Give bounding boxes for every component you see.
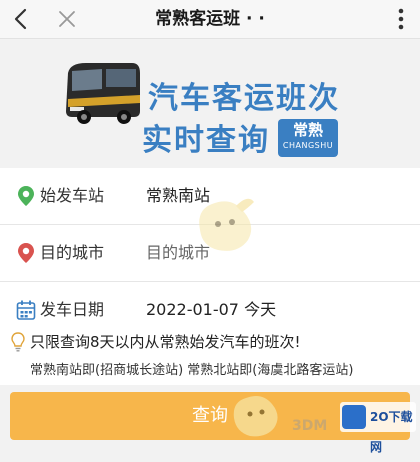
banner-heading-line1: 汽车客运班次 <box>148 81 340 116</box>
lightbulb-icon <box>11 332 25 352</box>
more-button[interactable] <box>386 4 416 34</box>
logo-icon <box>342 405 366 429</box>
green-location-pin-icon <box>18 186 34 206</box>
red-location-pin-icon <box>18 243 34 263</box>
city-badge: 常熟 CHANGSHU <box>278 119 338 157</box>
bus-illustration <box>66 63 140 124</box>
chevron-left-icon <box>14 8 27 30</box>
mascot-watermark-small <box>233 396 278 437</box>
calendar-icon <box>16 300 36 320</box>
notice-panel: 只限查询8天以内从常熟始发汽车的班次! 常熟南站即(招商城长途站) 常熟北站即(… <box>0 327 420 385</box>
navigation-bar: 常熟客运班 · · <box>0 0 420 39</box>
back-button[interactable] <box>6 4 36 34</box>
notice-line1: 只限查询8天以内从常熟始发汽车的班次! <box>30 333 301 351</box>
mascot-watermark <box>199 198 254 251</box>
banner-heading-line2: 实时查询 <box>142 123 270 158</box>
departure-station-label: 始发车站 <box>40 186 105 205</box>
logo-text: 2O下载网 <box>370 410 413 454</box>
city-badge-english: CHANGSHU <box>282 141 334 150</box>
close-button[interactable] <box>52 4 82 34</box>
site-watermark-logo: 2O下载网 <box>340 402 416 454</box>
banner: 汽车客运班次 实时查询 常熟 CHANGSHU <box>0 39 420 167</box>
close-icon <box>59 11 75 27</box>
city-badge-chinese: 常熟 <box>292 121 323 139</box>
notice-line2: 常熟南站即(招商城长途站) 常熟北站即(海虞北路客运站) <box>30 363 354 378</box>
more-dots-icon <box>398 8 404 30</box>
site-watermark-text: 3DM <box>292 418 328 434</box>
page-title: 常熟客运班 · · <box>155 9 265 29</box>
destination-city-label: 目的城市 <box>40 243 105 262</box>
